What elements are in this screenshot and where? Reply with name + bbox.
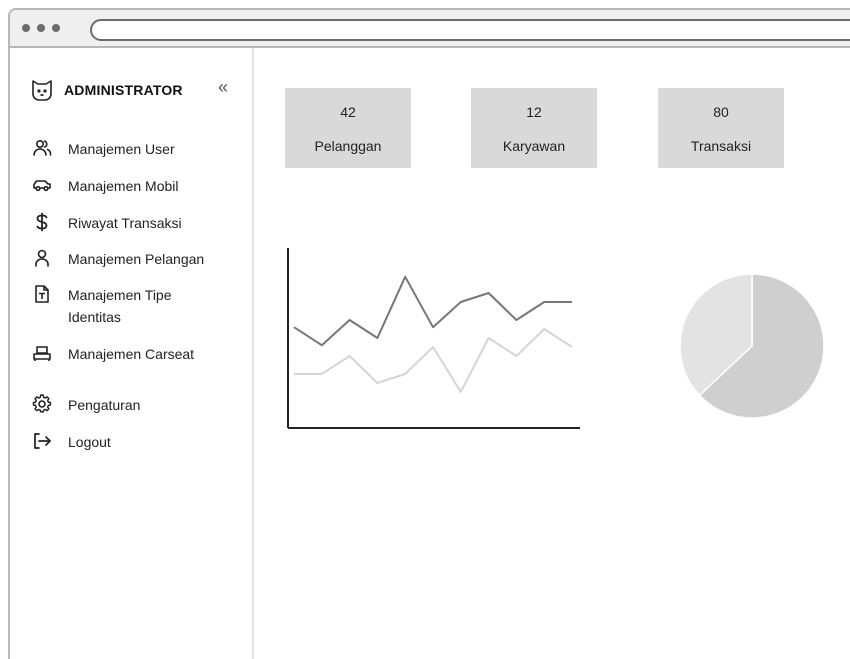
stat-value: 80	[713, 104, 729, 120]
carseat-icon	[33, 346, 51, 361]
collapse-sidebar-icon[interactable]: «	[218, 77, 228, 97]
dollar-icon	[36, 212, 48, 232]
sidebar-brand: ADMINISTRATOR	[30, 78, 183, 102]
sidebar: ADMINISTRATOR « Manajemen User Manajemen…	[10, 48, 254, 659]
users-icon	[33, 139, 52, 156]
stat-value: 42	[340, 104, 356, 120]
line-chart	[287, 248, 580, 429]
window-minimize-dot[interactable]	[37, 24, 45, 32]
sidebar-item-riwayat-transaksi[interactable]: Riwayat Transaksi	[32, 212, 228, 234]
stat-value: 12	[526, 104, 542, 120]
sidebar-item-label: Manajemen User	[68, 141, 175, 157]
car-icon	[33, 180, 51, 192]
sidebar-item-label: Riwayat Transaksi	[68, 215, 182, 231]
brand-title: ADMINISTRATOR	[64, 82, 183, 98]
sidebar-item-label: Logout	[68, 434, 111, 450]
cat-logo-icon	[32, 80, 52, 101]
stat-label: Karyawan	[502, 138, 566, 154]
series-line-2	[294, 328, 573, 393]
logout-icon	[34, 433, 51, 449]
sidebar-item-manajemen-mobil[interactable]: Manajemen Mobil	[32, 175, 228, 197]
sidebar-item-label: Manajemen Pelangan	[68, 251, 205, 267]
stat-card-transaksi[interactable]: 80 Transaksi	[658, 88, 784, 168]
pie-chart	[679, 273, 825, 419]
sidebar-item-manajemen-user[interactable]: Manajemen User	[32, 138, 228, 160]
sidebar-item-manajemen-tipe-identitas[interactable]: Manajemen Tipe Identitas	[32, 284, 228, 328]
browser-titlebar	[10, 10, 850, 48]
window-close-dot[interactable]	[22, 24, 30, 32]
series-line-1	[293, 275, 572, 347]
id-document-icon	[35, 285, 49, 303]
sidebar-item-label: Manajemen Carseat	[68, 346, 195, 362]
user-icon	[35, 249, 49, 267]
stat-label: Pelanggan	[314, 138, 382, 154]
sidebar-item-logout[interactable]: Logout	[32, 431, 228, 453]
sidebar-item-manajemen-pelangan[interactable]: Manajemen Pelangan	[32, 248, 228, 270]
browser-window: ADMINISTRATOR « Manajemen User Manajemen…	[8, 8, 850, 659]
gear-icon	[32, 394, 52, 413]
sidebar-item-label: Pengaturan	[68, 397, 141, 413]
sidebar-item-label: Manajemen Tipe Identitas	[68, 287, 172, 325]
address-bar[interactable]	[90, 19, 850, 41]
stat-card-karyawan[interactable]: 12 Karyawan	[471, 88, 597, 168]
sidebar-item-pengaturan[interactable]: Pengaturan	[32, 394, 228, 416]
sidebar-item-label: Manajemen Mobil	[68, 178, 179, 194]
stat-label: Transaksi	[690, 138, 752, 154]
sidebar-item-manajemen-carseat[interactable]: Manajemen Carseat	[32, 343, 228, 365]
stat-card-pelanggan[interactable]: 42 Pelanggan	[285, 88, 411, 168]
window-maximize-dot[interactable]	[52, 24, 60, 32]
